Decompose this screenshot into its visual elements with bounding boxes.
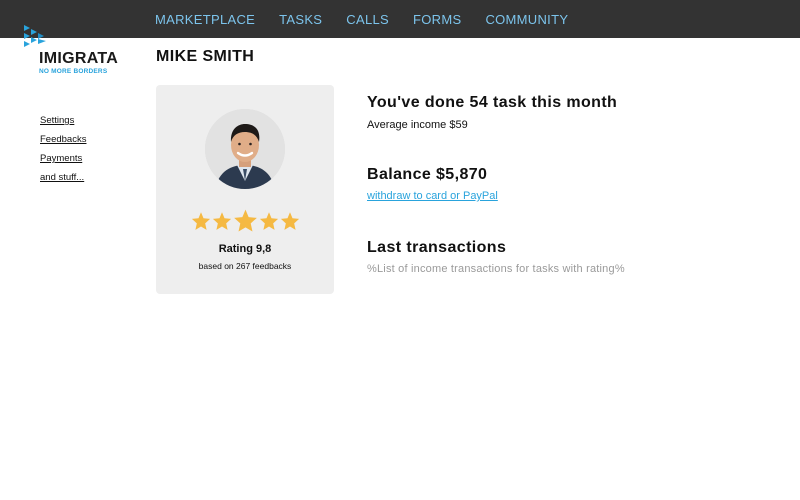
average-income: Average income $59	[367, 119, 468, 131]
star-icon	[280, 211, 299, 230]
star-icon	[233, 209, 257, 232]
tasks-summary-heading: You've done 54 task this month	[367, 94, 618, 111]
sidebar-item-more[interactable]: and stuff...	[40, 172, 86, 183]
avatar-image	[205, 109, 285, 189]
transactions-heading: Last transactions	[367, 239, 507, 256]
nav-item-marketplace[interactable]: MARKETPLACE	[155, 12, 255, 27]
star-icon	[259, 211, 278, 230]
feedback-count: based on 267 feedbacks	[198, 261, 292, 271]
star-icon	[191, 211, 210, 230]
profile-card: Rating 9,8 based on 267 feedbacks	[156, 85, 334, 294]
sidebar-menu: Settings Feedbacks Payments and stuff...	[40, 115, 86, 191]
brand-tagline: NO MORE BORDERS	[39, 68, 108, 75]
transactions-placeholder: %List of income transactions for tasks w…	[367, 263, 625, 275]
nav-item-forms[interactable]: FORMS	[413, 12, 461, 27]
nav-item-calls[interactable]: CALLS	[346, 12, 389, 27]
brand-logo[interactable]: IMIGRATA NO MORE BORDERS	[22, 24, 132, 80]
chevrons-logo-icon	[24, 25, 46, 47]
brand-name: IMIGRATA	[39, 50, 119, 67]
page-title: MIKE SMITH	[156, 48, 255, 65]
nav-item-community[interactable]: COMMUNITY	[485, 12, 568, 27]
star-icon	[212, 211, 231, 230]
nav-item-tasks[interactable]: TASKS	[279, 12, 322, 27]
sidebar-item-settings[interactable]: Settings	[40, 115, 86, 126]
balance-heading: Balance $5,870	[367, 166, 488, 183]
sidebar-item-feedbacks[interactable]: Feedbacks	[40, 134, 86, 145]
rating-value: Rating 9,8	[218, 243, 272, 255]
main-nav: MARKETPLACE TASKS CALLS FORMS COMMUNITY	[155, 12, 592, 27]
star-rating	[156, 208, 334, 233]
withdraw-link[interactable]: withdraw to card or PayPal	[367, 190, 498, 202]
avatar	[205, 109, 285, 189]
sidebar-item-payments[interactable]: Payments	[40, 153, 86, 164]
